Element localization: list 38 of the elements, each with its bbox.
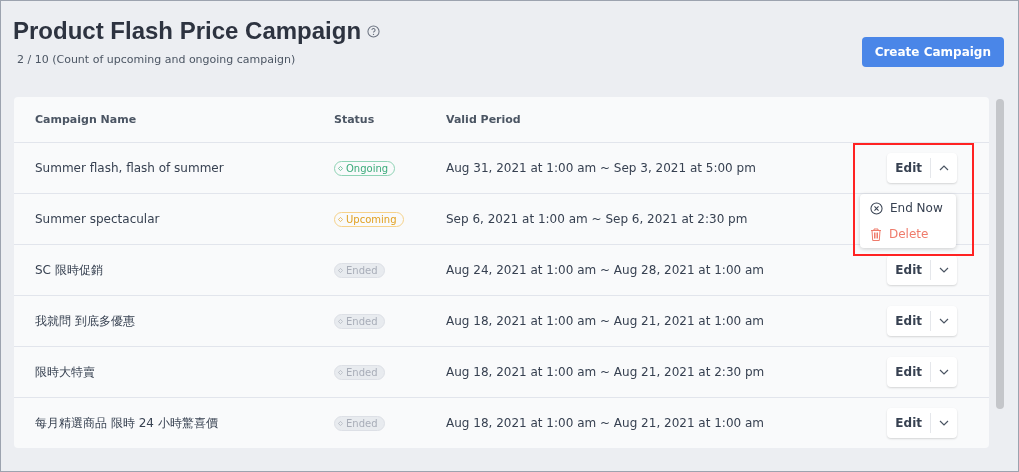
campaign-name: 限時大特賣 bbox=[34, 363, 96, 381]
caret-icon bbox=[939, 267, 949, 273]
page-title: Product Flash Price Campaign bbox=[13, 17, 362, 45]
diamond-icon bbox=[338, 166, 343, 171]
valid-period: Aug 18, 2021 at 1:00 am ~ Aug 21, 2021 at 1:00 am bbox=[445, 314, 766, 328]
caret-icon bbox=[939, 369, 949, 375]
diamond-icon bbox=[338, 421, 343, 426]
campaign-name: 我就問 到底多優惠 bbox=[34, 312, 136, 330]
campaign-name: SC 限時促銷 bbox=[34, 261, 104, 279]
status-badge: Ended bbox=[334, 416, 385, 431]
trash-icon bbox=[870, 227, 882, 241]
valid-period: Aug 24, 2021 at 1:00 am ~ Aug 28, 2021 at 1:00 am bbox=[445, 263, 766, 277]
valid-period: Aug 31, 2021 at 1:00 am ~ Sep 3, 2021 at 5:00 pm bbox=[445, 161, 757, 175]
status-badge: Ended bbox=[334, 314, 385, 329]
diamond-icon bbox=[338, 268, 343, 273]
valid-period: Aug 18, 2021 at 1:00 am ~ Aug 21, 2021 at 1:00 am bbox=[445, 416, 766, 430]
campaign-name: Summer flash, flash of summer bbox=[34, 161, 225, 175]
close-circle-icon bbox=[870, 201, 883, 215]
create-campaign-button[interactable]: Create Campaign bbox=[861, 37, 1004, 67]
campaign-name: Summer spectacular bbox=[34, 212, 161, 226]
valid-period: Aug 18, 2021 at 1:00 am ~ Aug 21, 2021 at 2:30 pm bbox=[445, 365, 766, 379]
campaign-count: 2 / 10 (Count of upcoming and ongoing campaign) bbox=[17, 53, 297, 66]
scrollbar[interactable] bbox=[996, 99, 1004, 409]
diamond-icon bbox=[338, 319, 343, 324]
campaign-name: 每月精選商品 限時 24 小時驚喜價 bbox=[34, 414, 219, 432]
caret-icon bbox=[939, 318, 949, 324]
caret-icon bbox=[939, 165, 949, 171]
valid-period: Sep 6, 2021 at 1:00 am ~ Sep 6, 2021 at 2:30 pm bbox=[445, 212, 749, 226]
diamond-icon bbox=[338, 217, 343, 222]
column-header: Status bbox=[333, 113, 376, 126]
diamond-icon bbox=[338, 370, 343, 375]
status-badge: Ended bbox=[334, 365, 385, 380]
help-icon[interactable] bbox=[367, 24, 381, 38]
status-badge: Ended bbox=[334, 263, 385, 278]
menu-item[interactable]: End Now bbox=[860, 195, 956, 221]
column-header: Campaign Name bbox=[34, 113, 138, 126]
caret-icon bbox=[939, 420, 949, 426]
column-header: Valid Period bbox=[445, 113, 522, 126]
